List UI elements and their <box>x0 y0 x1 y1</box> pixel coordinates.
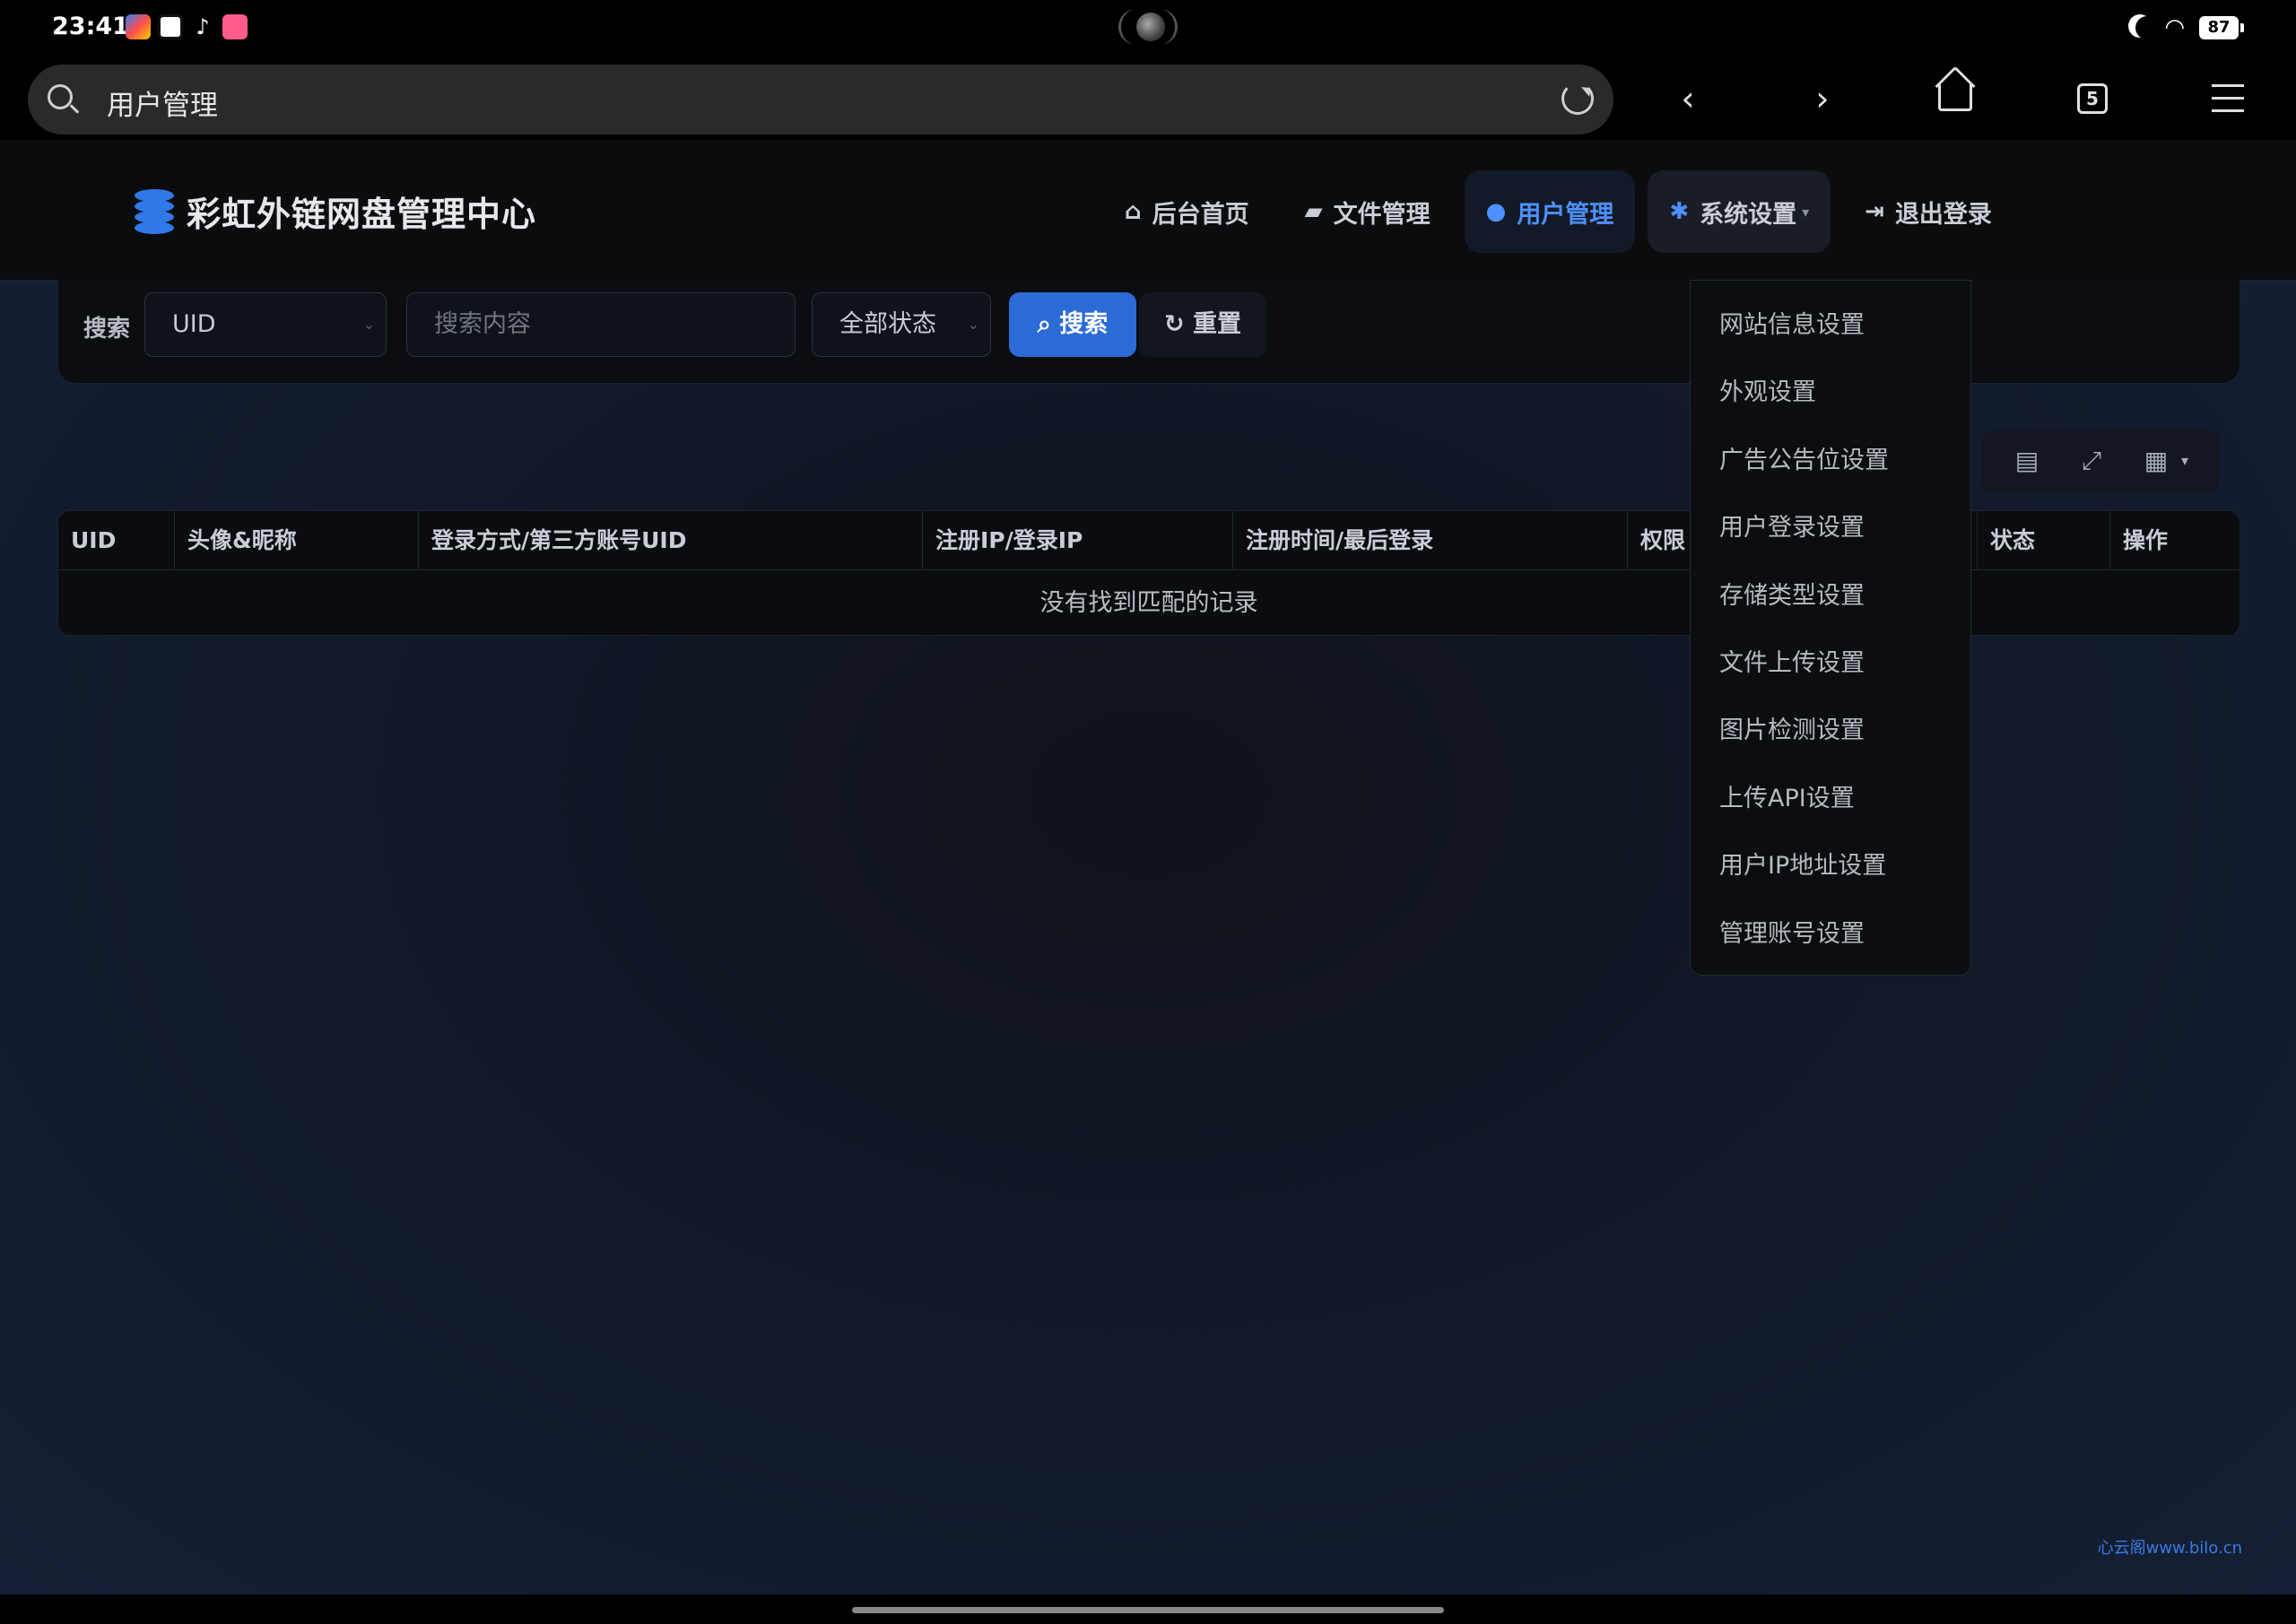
dropdown-item[interactable]: 文件上传设置 <box>1691 630 1970 697</box>
status-right: ◠ 87 <box>2126 14 2244 41</box>
home-icon-body[interactable] <box>1938 84 1972 111</box>
search-icon <box>48 84 80 115</box>
camera-cutout <box>1118 9 1178 45</box>
status-select[interactable]: 全部状态 ⌄ <box>812 292 991 357</box>
fullscreen-icon[interactable]: ⤢ <box>2074 443 2109 479</box>
qq-icon <box>158 14 183 39</box>
chevron-down-icon: ⌄ <box>967 316 979 333</box>
address-text[interactable]: 用户管理 <box>107 83 218 123</box>
dropdown-item[interactable]: 外观设置 <box>1691 359 1970 426</box>
app-notification-icon <box>126 14 151 39</box>
nav-files[interactable]: ▰ 文件管理 <box>1283 170 1452 253</box>
search-type-value: UID <box>172 310 216 338</box>
address-bar[interactable]: 用户管理 <box>28 65 1613 135</box>
dropdown-item[interactable]: 广告公告位设置 <box>1691 427 1970 494</box>
folder-open-icon: ▰ <box>1304 198 1323 225</box>
column-header[interactable]: 登录方式/第三方账号UID <box>419 511 923 570</box>
refresh-icon: ↻ <box>1163 310 1185 338</box>
nav-label: 系统设置 <box>1700 200 1797 229</box>
app-notification-icon <box>222 14 248 39</box>
reset-button[interactable]: ↻ 重置 <box>1139 292 1266 357</box>
search-button[interactable]: ⌕ 搜索 <box>1009 292 1136 357</box>
tiktok-icon: ♪ <box>190 14 215 39</box>
nav-settings[interactable]: ✱ 系统设置 ▾ <box>1648 170 1831 253</box>
dropdown-item[interactable]: 管理账号设置 <box>1691 900 1970 968</box>
caret-down-icon: ▾ <box>1802 203 1810 221</box>
column-header[interactable]: 注册时间/最后登录 <box>1233 511 1628 570</box>
column-header[interactable]: 操作 <box>2110 511 2239 570</box>
chevron-down-icon: ⌄ <box>362 316 375 333</box>
home-icon: ⌂ <box>1125 198 1142 225</box>
watermark: 心云阁www.bilo.cn <box>2097 1539 2242 1558</box>
forward-icon[interactable]: › <box>1803 79 1842 118</box>
table-toolbar: ▤ ⤢ ▦ ▾ <box>1982 430 2219 493</box>
menu-icon[interactable] <box>2212 84 2244 113</box>
brand[interactable]: 彩虹外链网盘管理中心 <box>135 187 536 236</box>
status-bar: 23:41 ♪ ◠ 87 <box>0 0 2296 57</box>
dropdown-item[interactable]: 图片检测设置 <box>1691 697 1970 764</box>
battery-level: 87 <box>2199 16 2239 39</box>
brand-title: 彩虹外链网盘管理中心 <box>187 195 537 234</box>
back-icon[interactable]: ‹ <box>1668 79 1708 118</box>
search-input[interactable]: 搜索内容 <box>406 292 796 357</box>
search-label: 搜索 <box>83 316 131 343</box>
home-indicator[interactable] <box>852 1607 1444 1613</box>
nav-label: 文件管理 <box>1333 200 1431 229</box>
column-header[interactable]: UID <box>58 511 175 570</box>
dropdown-item[interactable]: 用户IP地址设置 <box>1691 832 1970 899</box>
search-icon: ⌕ <box>1037 310 1051 338</box>
column-header[interactable]: 注册IP/登录IP <box>923 511 1233 570</box>
nav-label: 后台首页 <box>1152 200 1249 229</box>
caret-down-icon[interactable]: ▾ <box>2167 443 2203 479</box>
nav-dashboard[interactable]: ⌂ 后台首页 <box>1103 170 1271 253</box>
dropdown-item[interactable]: 用户登录设置 <box>1691 494 1970 561</box>
reset-button-label: 重置 <box>1193 310 1242 338</box>
status-time: 23:41 <box>52 13 129 40</box>
notification-icons: ♪ <box>126 14 248 39</box>
users-icon: ● <box>1485 198 1507 225</box>
list-view-icon[interactable]: ▤ <box>2009 443 2045 479</box>
search-type-select[interactable]: UID ⌄ <box>144 292 387 357</box>
nav-label: 退出登录 <box>1894 200 1992 229</box>
gear-icon: ✱ <box>1669 198 1690 225</box>
database-icon <box>135 188 174 234</box>
nav-logout[interactable]: ⇥ 退出登录 <box>1843 170 2013 253</box>
site-navbar: 彩虹外链网盘管理中心 ⌂ 后台首页 ▰ 文件管理 ● 用户管理 ✱ 系统设置 ▾… <box>0 140 2296 281</box>
nav-users[interactable]: ● 用户管理 <box>1464 170 1636 253</box>
wifi-icon: ◠ <box>2164 14 2185 41</box>
sign-out-icon: ⇥ <box>1865 198 1884 225</box>
column-header[interactable]: 头像&昵称 <box>175 511 419 570</box>
dropdown-item[interactable]: 网站信息设置 <box>1691 291 1970 359</box>
search-button-label: 搜索 <box>1059 310 1109 338</box>
status-value: 全部状态 <box>839 310 936 338</box>
battery-icon: 87 <box>2199 16 2244 39</box>
column-header[interactable]: 状态 <box>1978 511 2110 570</box>
nav-label: 用户管理 <box>1517 200 1614 229</box>
page: 彩虹外链网盘管理中心 ⌂ 后台首页 ▰ 文件管理 ● 用户管理 ✱ 系统设置 ▾… <box>0 140 2296 1594</box>
settings-dropdown: 网站信息设置 外观设置 广告公告位设置 用户登录设置 存储类型设置 文件上传设置… <box>1690 280 1971 976</box>
screen: 23:41 ♪ ◠ 87 用户管理 ‹ › 5 彩虹外链网盘管理中心 ⌂ 后台首… <box>0 0 2296 1624</box>
moon-icon <box>2135 16 2159 39</box>
main-nav: ⌂ 后台首页 ▰ 文件管理 ● 用户管理 ✱ 系统设置 ▾ ⇥ 退出登录 <box>1103 170 2026 253</box>
tabs-button[interactable]: 5 <box>2077 83 2108 114</box>
dropdown-item[interactable]: 上传API设置 <box>1691 765 1970 832</box>
dropdown-item[interactable]: 存储类型设置 <box>1691 562 1970 630</box>
reload-icon[interactable] <box>1561 83 1594 115</box>
